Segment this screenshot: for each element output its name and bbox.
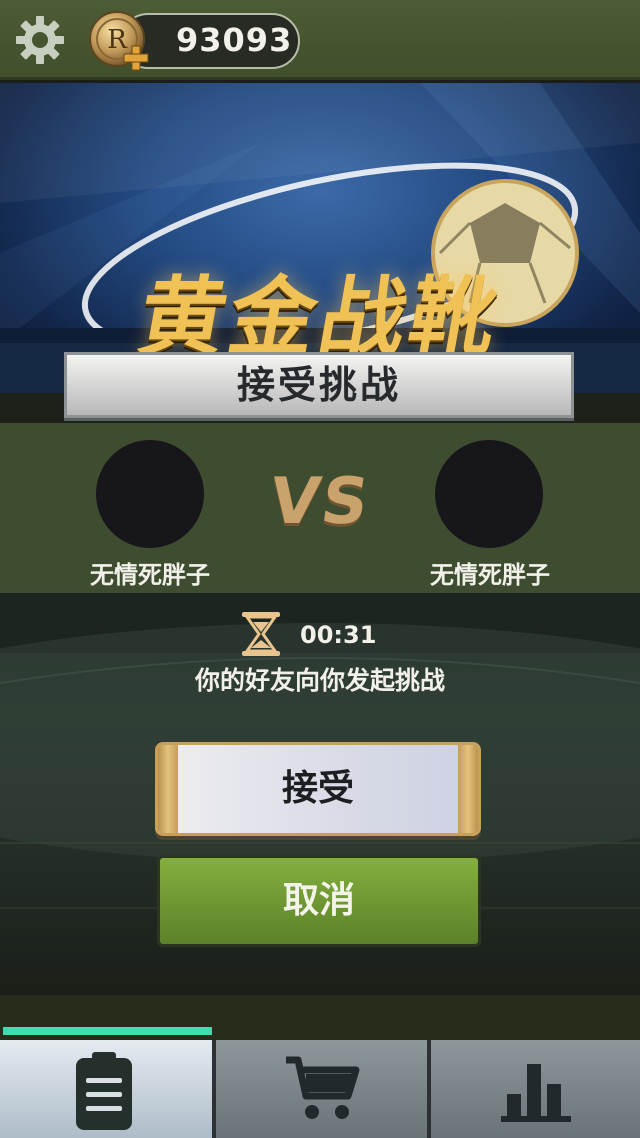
tab-tasks[interactable] (0, 1040, 212, 1138)
invite-message: 你的好友向你发起挑战 (194, 666, 445, 695)
progress-bar (3, 1027, 637, 1035)
title-plate: 接受挑战 (64, 352, 574, 418)
avatar-right[interactable] (435, 440, 543, 548)
coin-symbol: R (107, 25, 128, 55)
cancel-button-label: 取消 (282, 880, 355, 921)
accept-button-label: 接受 (281, 768, 354, 809)
player-name-right: 无情死胖子 (430, 561, 550, 589)
bar-chart-icon (501, 1064, 571, 1122)
banner: 黄金战靴 (0, 83, 640, 393)
shopping-cart-icon (286, 1056, 360, 1119)
hourglass-icon (242, 612, 280, 656)
page-title: 接受挑战 (236, 363, 401, 407)
cancel-button[interactable]: 取消 (157, 855, 481, 947)
tab-ranking[interactable] (431, 1040, 640, 1138)
top-bar: 93093 R (0, 0, 640, 80)
avatar-left[interactable] (96, 440, 204, 548)
coin-icon[interactable]: R (88, 10, 150, 72)
progress-fill (3, 1027, 212, 1035)
gear-icon[interactable] (14, 14, 66, 66)
player-name-left: 无情死胖子 (90, 561, 210, 589)
tab-bar (0, 1040, 640, 1138)
vs-label: VS (264, 465, 376, 539)
coin-amount: 93093 (176, 21, 293, 59)
tab-shop[interactable] (216, 1040, 427, 1138)
match-section: VS 无情死胖子 无情死胖子 (0, 423, 640, 593)
clipboard-icon (76, 1052, 132, 1130)
countdown-timer: 00:31 (300, 621, 377, 649)
accept-button[interactable]: 接受 (155, 742, 481, 836)
